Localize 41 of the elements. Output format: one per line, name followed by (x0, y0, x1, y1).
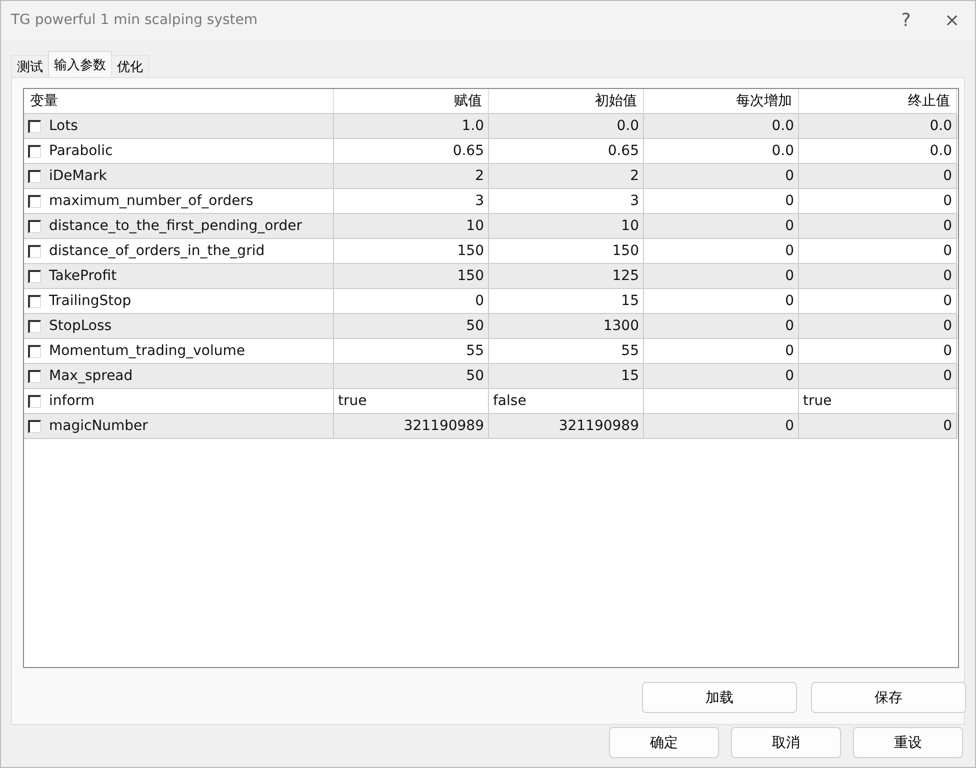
checkbox[interactable] (28, 244, 41, 258)
parameter-name: iDeMark (49, 168, 107, 184)
tab[interactable]: 优化 (111, 55, 149, 77)
checkbox[interactable] (28, 320, 41, 332)
checkbox[interactable] (28, 220, 41, 232)
parameter-name: Max_spread (49, 368, 133, 384)
parameter-name: Parabolic (49, 143, 113, 159)
checkbox[interactable] (28, 144, 41, 158)
checkbox[interactable] (28, 120, 41, 132)
table-cell: 0 (644, 414, 799, 439)
close-button[interactable]: × (929, 1, 975, 39)
checkbox[interactable] (28, 170, 41, 182)
checkbox[interactable] (28, 394, 41, 408)
parameter-name: Lots (49, 118, 78, 134)
table-cell: 321190989 (489, 414, 644, 439)
tab[interactable]: 输入参数 (48, 51, 112, 77)
parameter-name: distance_to_the_first_pending_order (49, 218, 302, 234)
checkbox[interactable] (28, 370, 41, 382)
parameter-name: inform (49, 393, 94, 409)
dialog-button[interactable]: 确定 (609, 727, 719, 758)
parameter-name: magicNumber (49, 418, 148, 434)
panel-button[interactable]: 保存 (811, 682, 966, 713)
parameter-name: distance_of_orders_in_the_grid (49, 243, 265, 259)
parameter-name: TakeProfit (49, 268, 117, 284)
checkbox[interactable] (28, 420, 41, 432)
tab[interactable]: 测试 (11, 55, 49, 77)
help-button[interactable]: ? (883, 1, 929, 39)
parameter-name: Momentum_trading_volume (49, 343, 245, 359)
panel-button[interactable]: 加载 (642, 682, 797, 713)
dialog-button[interactable]: 重设 (853, 727, 963, 758)
dialog-button[interactable]: 取消 (731, 727, 841, 758)
table-cell: 0 (799, 414, 957, 439)
window-title: TG powerful 1 min scalping system (11, 12, 259, 28)
checkbox[interactable] (28, 344, 41, 358)
checkbox[interactable] (28, 294, 41, 308)
checkbox[interactable] (28, 194, 41, 208)
parameter-name: TrailingStop (49, 293, 132, 309)
parameter-name: maximum_number_of_orders (49, 193, 254, 209)
parameter-name: StopLoss (49, 318, 112, 334)
checkbox[interactable] (28, 270, 41, 282)
table-cell: 321190989 (334, 414, 489, 439)
